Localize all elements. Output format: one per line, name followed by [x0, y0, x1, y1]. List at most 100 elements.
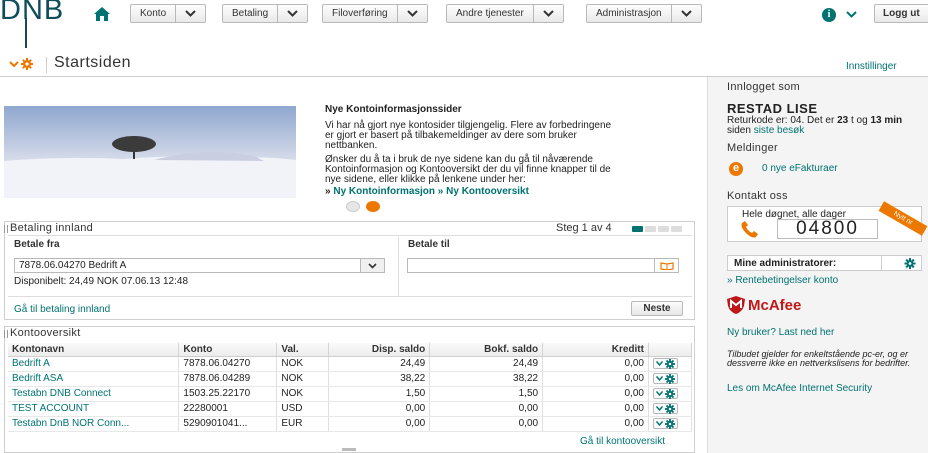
nav-betaling[interactable]: Betaling	[222, 4, 309, 23]
gear-icon[interactable]	[664, 388, 675, 399]
book-icon[interactable]	[654, 259, 678, 272]
nav-betaling-label[interactable]: Betaling	[223, 5, 279, 22]
home-icon[interactable]	[94, 7, 110, 21]
chevron-down-icon[interactable]	[846, 11, 857, 18]
table-row[interactable]: Testabn DNB Connect 1503.25.22170 NOK 1,50 1…	[8, 386, 693, 402]
account-name-link[interactable]: Bedrift A	[12, 358, 50, 369]
chevron-down-icon[interactable]	[655, 391, 663, 396]
account-name-link[interactable]: Bedrift ASA	[12, 373, 63, 384]
nav-filoverforing[interactable]: Filoverføring	[322, 4, 428, 23]
col-header-currency[interactable]: Val.	[276, 343, 330, 357]
new-account-overview-link[interactable]: » Ny Kontooversikt	[438, 186, 529, 197]
info-icon[interactable]: i	[822, 8, 836, 22]
gear-icon[interactable]	[664, 373, 675, 384]
news-paragraph-1: Vi har nå gjort nye kontosider tilgjenge…	[325, 120, 612, 151]
mcafee-info-link[interactable]: Les om McAfee Internet Security	[727, 383, 872, 394]
since-text: siden	[727, 125, 751, 136]
table-row[interactable]: Bedrift A 7878.06.04270 NOK 24,49 24,49 0,00	[8, 356, 693, 372]
carousel-dot[interactable]	[346, 201, 360, 212]
carousel-dot-active[interactable]	[366, 201, 381, 212]
col-header-credit[interactable]: Kreditt	[542, 343, 649, 357]
chevron-down-icon[interactable]	[176, 5, 205, 22]
row-actions-button[interactable]	[652, 373, 678, 384]
interest-terms-link[interactable]: » Rentebetingelser konto	[727, 275, 838, 286]
new-user-link[interactable]: Ny bruker? Last ned her	[727, 327, 834, 338]
nav-administrasjon[interactable]: Administrasjon	[586, 4, 702, 23]
messages-heading: Meldinger	[727, 142, 779, 154]
dnb-logo[interactable]: DNB	[0, 0, 64, 27]
phone-number[interactable]: 04800	[777, 219, 878, 239]
credit-value-cell: 0,00	[542, 371, 649, 387]
account-overview-title: Kontooversikt	[10, 327, 81, 339]
disp-balance-cell: 0,00	[328, 416, 431, 432]
page-title: Startsiden	[54, 54, 132, 71]
row-actions-button[interactable]	[652, 403, 678, 414]
table-row[interactable]: Bedrift ASA 7878.06.04289 NOK 38,22 38,22 0,0…	[8, 371, 693, 387]
new-account-info-link[interactable]: Ny Kontoinformasjon	[333, 186, 435, 197]
chevron-down-icon[interactable]	[672, 5, 701, 22]
table-row[interactable]: TEST ACCOUNT 22280001 USD 0,00 0,00 0,00	[8, 401, 693, 417]
gear-icon[interactable]	[21, 58, 33, 70]
chevron-down-icon[interactable]	[9, 61, 19, 67]
logout-button[interactable]: Logg ut	[874, 4, 928, 23]
next-button[interactable]: Neste	[631, 301, 683, 316]
einvoice-link[interactable]: 0 nye eFakturaer	[762, 163, 838, 174]
gear-icon[interactable]	[664, 418, 675, 429]
nav-filoverforing-label[interactable]: Filoverføring	[323, 5, 398, 22]
col-header-name[interactable]: Kontonavn	[8, 343, 180, 357]
account-number: 5290901041...	[183, 418, 248, 429]
account-name-link[interactable]: Testabn DNB Connect	[12, 388, 111, 399]
chevron-down-icon[interactable]	[360, 259, 384, 272]
pay-from-select[interactable]: 7878.06.04270 Bedrift A	[14, 258, 385, 273]
nav-andre-tjenester[interactable]: Andre tjenester	[446, 4, 564, 23]
credit-value: 0,00	[624, 388, 644, 399]
row-actions-button[interactable]	[652, 388, 678, 399]
chevron-down-icon[interactable]	[655, 361, 663, 366]
account-name-link[interactable]: TEST ACCOUNT	[12, 403, 89, 414]
account-currency-cell: NOK	[276, 356, 330, 372]
account-name-link[interactable]: Testabn DnB NOR Conn...	[12, 418, 129, 429]
chevron-down-icon[interactable]	[398, 5, 427, 22]
col-header-actions	[648, 343, 693, 357]
nav-konto[interactable]: Konto	[130, 4, 207, 23]
chevron-down-icon[interactable]	[278, 5, 307, 22]
accounts-table: Kontonavn Konto Val. Disp. saldo Bokf. s…	[8, 343, 693, 432]
drag-handle[interactable]	[4, 330, 8, 338]
resize-handle[interactable]	[342, 448, 356, 451]
hours-value: 23	[837, 115, 849, 126]
drag-handle[interactable]	[4, 225, 8, 233]
einvoice-icon: e	[729, 162, 743, 176]
gear-icon[interactable]	[664, 358, 675, 369]
goto-account-overview-link[interactable]: Gå til kontooversikt	[580, 436, 665, 447]
bokf-balance-cell: 0,00	[429, 401, 544, 417]
col-header-bokf[interactable]: Bokf. saldo	[429, 343, 544, 357]
bokf-balance-cell: 38,22	[429, 371, 544, 387]
chevron-down-icon[interactable]	[655, 376, 663, 381]
chevron-down-icon[interactable]	[655, 406, 663, 411]
row-actions-button[interactable]	[652, 358, 678, 369]
account-number-cell: 5290901041...	[178, 416, 278, 432]
settings-link[interactable]: Innstillinger	[846, 61, 897, 72]
gear-icon[interactable]	[904, 258, 916, 269]
account-number-cell: 1503.25.22170	[178, 386, 278, 402]
row-actions-button[interactable]	[652, 418, 678, 429]
col-header-account[interactable]: Konto	[178, 343, 278, 357]
minutes-value: 13 min	[870, 115, 903, 126]
table-row[interactable]: Testabn DnB NOR Conn... 5290901041... EUR 0…	[8, 416, 693, 432]
disp-balance: 0,00	[405, 418, 426, 429]
bokf-balance-cell: 24,49	[429, 356, 544, 372]
offer-text: Tilbudet gjelder for enkeltstående pc-er…	[727, 349, 911, 368]
last-visit-link[interactable]: siste besøk	[754, 125, 805, 136]
goto-payment-link[interactable]: Gå til betaling innland	[14, 304, 110, 315]
nav-andre-tjenester-label[interactable]: Andre tjenester	[447, 5, 534, 22]
pay-to-input[interactable]	[407, 258, 679, 273]
chevron-down-icon[interactable]	[534, 5, 563, 22]
gear-icon[interactable]	[664, 403, 675, 414]
available-balance: Disponibelt: 24,49 NOK 07.06.13 12:48	[14, 276, 189, 287]
page-menu-toggle[interactable]	[9, 58, 33, 70]
nav-konto-label[interactable]: Konto	[131, 5, 177, 22]
col-header-disp[interactable]: Disp. saldo	[328, 343, 431, 357]
nav-administrasjon-label[interactable]: Administrasjon	[587, 5, 672, 22]
news-paragraph-2: Ønsker du å ta i bruk de nye sidene kan …	[325, 154, 611, 185]
chevron-down-icon[interactable]	[655, 421, 663, 426]
